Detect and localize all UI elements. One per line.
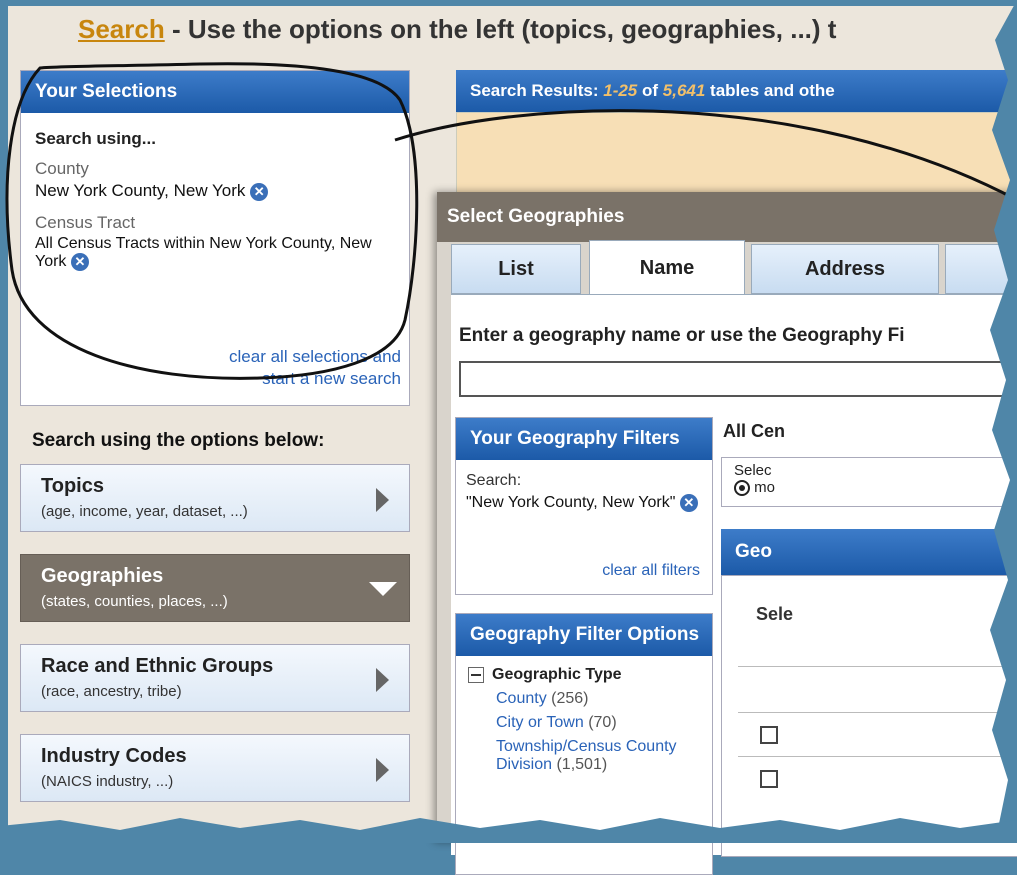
filter-search-label: Search: <box>466 472 522 489</box>
search-using-heading: Search using... <box>35 129 156 148</box>
geographies-list-bar: Geo <box>721 529 1017 575</box>
option-industry-subtitle: (NAICS industry, ...) <box>41 773 174 790</box>
dialog-title: Select Geographies <box>437 192 1017 242</box>
option-geographies-title: Geographies <box>41 565 164 587</box>
clear-line-1[interactable]: clear all selections and <box>229 346 401 368</box>
selection-value-county: New York County, New York ✕ <box>35 181 395 201</box>
selection-type-tract: Census Tract <box>35 213 136 232</box>
option-industry[interactable]: Industry Codes (NAICS industry, ...) <box>20 734 410 802</box>
geo-list-title: Geo <box>721 529 1017 575</box>
filter-value-text: "New York County, New York" <box>466 494 676 512</box>
geographic-type-group[interactable]: Geographic Type <box>468 666 700 684</box>
results-prefix: Search Results: <box>470 81 604 100</box>
option-geographies-subtitle: (states, counties, places, ...) <box>41 593 228 610</box>
clear-all-filters-link[interactable]: clear all filters <box>602 562 700 580</box>
row-divider <box>738 666 1017 667</box>
tab-address[interactable]: Address <box>751 244 939 294</box>
tab-name[interactable]: Name <box>589 240 745 294</box>
geographies-list-box: Sele <box>721 575 1017 857</box>
selection-value-tract: All Census Tracts within New York County… <box>35 235 395 271</box>
clear-line-2[interactable]: start a new search <box>229 368 401 390</box>
geography-filters-title: Your Geography Filters <box>456 418 712 460</box>
select-geographies-dialog: Select Geographies List Name Address M E… <box>437 192 1017 875</box>
filter-option-count: (1,501) <box>556 756 608 773</box>
option-race[interactable]: Race and Ethnic Groups (race, ancestry, … <box>20 644 410 712</box>
search-results-bar: Search Results: 1-25 of 5,641 tables and… <box>456 70 1017 112</box>
results-of: of <box>637 81 663 100</box>
filter-options-title: Geography Filter Options <box>456 614 712 656</box>
tab-map[interactable]: M <box>945 244 1017 294</box>
arrow-right-icon <box>376 488 389 512</box>
remove-filter-icon[interactable]: ✕ <box>679 494 698 512</box>
search-results-panel: Search Results: 1-25 of 5,641 tables and… <box>456 70 1017 204</box>
results-count: 5,641 <box>662 81 706 100</box>
geography-name-input[interactable] <box>459 361 1017 397</box>
results-notice-area <box>456 112 1017 204</box>
arrow-right-icon <box>376 758 389 782</box>
mode-radio[interactable]: mo <box>734 479 1017 497</box>
geography-filters-panel: Your Geography Filters Search: "New York… <box>455 417 713 595</box>
row-checkbox[interactable] <box>760 770 778 788</box>
dialog-body: Enter a geography name or use the Geogra… <box>451 294 1017 875</box>
filter-option-name[interactable]: City or Town <box>496 714 584 731</box>
option-topics[interactable]: Topics (age, income, year, dataset, ...) <box>20 464 410 532</box>
radio-icon[interactable] <box>734 480 750 497</box>
clear-all-selections-link[interactable]: clear all selections and start a new sea… <box>229 346 401 390</box>
row-divider <box>738 712 1017 713</box>
filter-option-name[interactable]: County <box>496 690 547 707</box>
filter-option-township[interactable]: Township/Census County Division (1,501) <box>496 738 696 774</box>
your-selections-title: Your Selections <box>21 71 409 113</box>
option-geographies[interactable]: Geographies (states, counties, places, .… <box>20 554 410 622</box>
filter-option-count: (256) <box>551 690 589 707</box>
collapse-icon[interactable] <box>468 666 484 683</box>
filter-option-count: (70) <box>588 714 617 731</box>
geography-prompt: Enter a geography name or use the Geogra… <box>459 325 905 346</box>
option-topics-title: Topics <box>41 475 104 497</box>
remove-county-icon[interactable]: ✕ <box>250 182 269 201</box>
select-label: Sele <box>756 604 794 624</box>
search-options-label: Search using the options below: <box>32 430 325 451</box>
selection-county-text: New York County, New York <box>35 181 246 200</box>
filter-option-county[interactable]: County (256) <box>496 690 700 708</box>
option-race-title: Race and Ethnic Groups <box>41 655 274 677</box>
page-instruction: Search - Use the options on the left (to… <box>78 14 836 45</box>
search-link[interactable]: Search <box>78 14 165 44</box>
option-topics-subtitle: (age, income, year, dataset, ...) <box>41 503 248 520</box>
arrow-down-icon <box>369 582 397 596</box>
filter-search-value: "New York County, New York" ✕ <box>466 494 702 512</box>
all-census-label: All Cen <box>723 421 786 441</box>
select-mode-box: Selec mo <box>721 457 1017 507</box>
selection-type-county: County <box>35 159 89 178</box>
select-mode-label: Selec <box>734 462 772 479</box>
geography-filter-options-panel: Geography Filter Options Geographic Type… <box>455 613 713 875</box>
row-divider <box>738 756 1017 757</box>
mode-radio-label: mo <box>754 479 776 496</box>
instruction-text: - Use the options on the left (topics, g… <box>164 14 837 44</box>
row-checkbox[interactable] <box>760 726 778 744</box>
results-range: 1-25 <box>603 81 638 100</box>
option-race-subtitle: (race, ancestry, tribe) <box>41 683 182 700</box>
option-industry-title: Industry Codes <box>41 745 187 767</box>
left-panel: Your Selections Search using... County N… <box>20 70 410 824</box>
filter-option-city[interactable]: City or Town (70) <box>496 714 700 732</box>
results-suffix: tables and othe <box>705 81 835 100</box>
arrow-right-icon <box>376 668 389 692</box>
geographic-type-label: Geographic Type <box>492 666 622 683</box>
remove-tract-icon[interactable]: ✕ <box>70 253 89 271</box>
your-selections-panel: Your Selections Search using... County N… <box>20 70 410 406</box>
tab-list[interactable]: List <box>451 244 581 294</box>
